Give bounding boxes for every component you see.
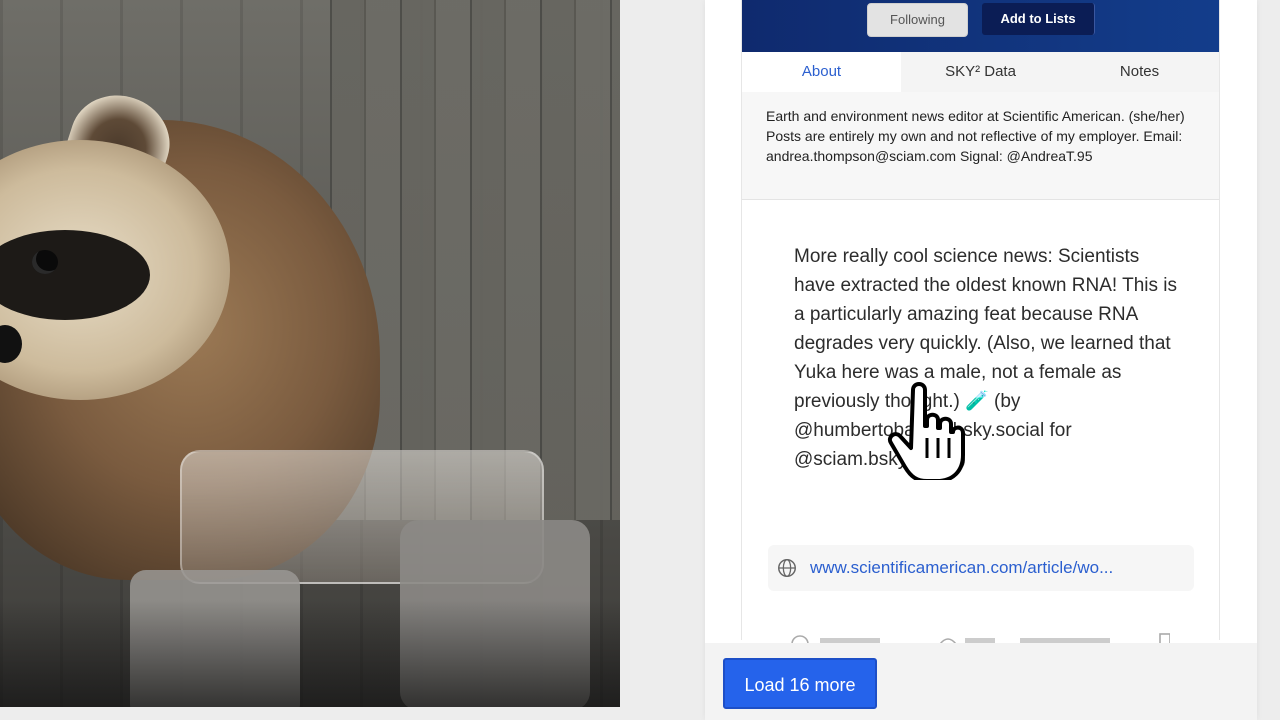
tab-sky-data[interactable]: SKY² Data [901,52,1060,92]
raccoon-eye [32,250,58,274]
add-to-lists-button[interactable]: Add to Lists [982,3,1095,35]
profile-panel: Following Add to Lists About SKY² Data N… [705,0,1257,720]
profile-tabs: About SKY² Data Notes [742,52,1219,92]
profile-header: Following Add to Lists [742,0,1219,52]
tab-about[interactable]: About [742,52,901,92]
tab-notes[interactable]: Notes [1060,52,1219,92]
post-text: More really cool science news: Scientist… [794,246,1178,470]
following-button[interactable]: Following [867,3,968,37]
profile-card: Following Add to Lists About SKY² Data N… [741,0,1220,644]
image-bottom-shade [0,600,620,707]
post-image[interactable] [0,0,620,707]
load-more-button[interactable]: Load 16 more [723,658,877,709]
link-url[interactable]: www.scientificamerican.com/article/wo... [810,558,1113,578]
hand-cursor-icon [888,382,965,480]
profile-bio: Earth and environment news editor at Sci… [742,92,1219,200]
load-more-bar: Load 16 more [705,643,1257,720]
link-card[interactable]: www.scientificamerican.com/article/wo... [768,545,1194,591]
globe-icon [778,559,796,577]
